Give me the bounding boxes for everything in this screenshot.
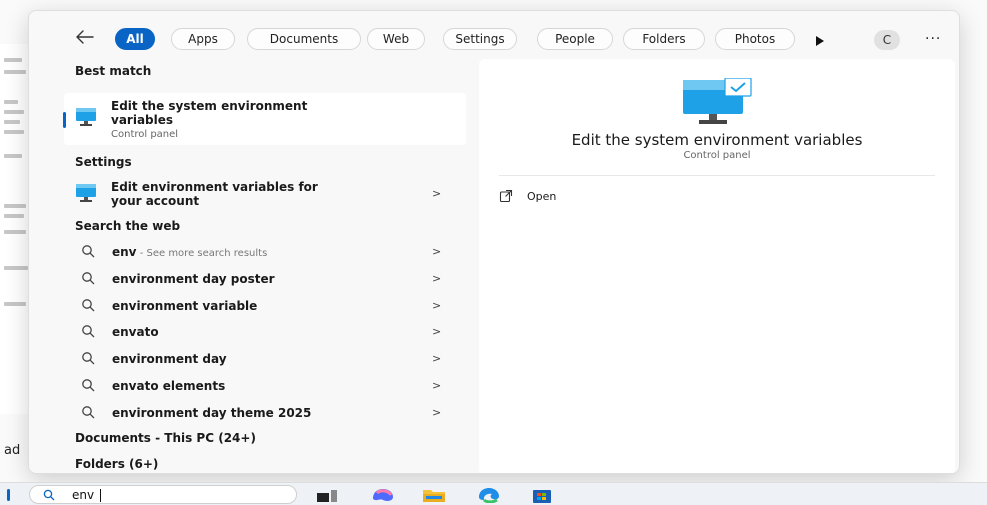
web-query: environment day xyxy=(112,352,227,366)
web-query: environment variable xyxy=(112,299,258,313)
store-icon[interactable] xyxy=(530,487,554,503)
web-result-row[interactable]: envato elements > xyxy=(59,373,469,399)
section-folders[interactable]: Folders (6+) xyxy=(75,457,158,471)
taskbar-search-box[interactable]: env xyxy=(29,485,297,504)
best-match-result[interactable]: Edit the system environment variables Co… xyxy=(63,93,466,145)
taskbar-indicator xyxy=(7,489,10,501)
task-view-icon[interactable] xyxy=(316,487,338,503)
back-arrow-icon xyxy=(76,30,94,44)
web-query: environment day theme 2025 xyxy=(112,406,312,420)
search-icon xyxy=(43,489,55,501)
web-query-hint: - See more search results xyxy=(136,248,268,259)
filter-chip-folders[interactable]: Folders xyxy=(623,28,705,50)
web-query: environment day poster xyxy=(112,272,275,286)
web-query: env xyxy=(112,245,137,259)
taskbar: env xyxy=(0,482,987,505)
search-icon xyxy=(82,325,95,338)
web-result-row[interactable]: environment day > xyxy=(59,346,469,372)
filter-chip-apps[interactable]: Apps xyxy=(171,28,235,50)
chevron-right-icon: > xyxy=(432,245,442,258)
chevron-right-icon: > xyxy=(432,272,442,285)
search-flyout: All Apps Documents Web Settings People F… xyxy=(28,10,960,474)
edge-browser-icon[interactable] xyxy=(476,487,502,503)
settings-result-title-line2: your account xyxy=(111,194,200,208)
back-button[interactable] xyxy=(73,27,97,47)
preview-subtitle: Control panel xyxy=(683,150,751,161)
monitor-settings-icon xyxy=(76,108,96,126)
chevron-right-icon: > xyxy=(432,379,442,392)
account-avatar[interactable]: C xyxy=(874,30,900,50)
section-search-the-web: Search the web xyxy=(75,219,181,233)
chevron-right-icon: > xyxy=(432,406,442,419)
more-filters-button[interactable] xyxy=(815,32,825,46)
web-result-row[interactable]: environment day theme 2025 > xyxy=(59,400,469,426)
preview-title: Edit the system environment variables xyxy=(571,131,863,149)
chevron-right-icon: > xyxy=(432,352,442,365)
web-result-row[interactable]: environment day poster > xyxy=(59,266,469,292)
section-best-match: Best match xyxy=(75,64,152,78)
search-icon xyxy=(82,245,95,258)
selection-indicator xyxy=(63,112,66,128)
filter-chip-people[interactable]: People xyxy=(537,28,613,50)
background-app-sidebar xyxy=(0,44,30,414)
filter-chip-web[interactable]: Web xyxy=(367,28,425,50)
section-documents[interactable]: Documents - This PC (24+) xyxy=(75,431,256,445)
filter-chip-all[interactable]: All xyxy=(115,28,155,50)
search-icon xyxy=(82,379,95,392)
settings-result[interactable]: Edit environment variables for your acco… xyxy=(64,175,466,211)
search-icon xyxy=(82,272,95,285)
filter-bar: All Apps Documents Web Settings People F… xyxy=(29,11,959,59)
open-action[interactable]: Open xyxy=(499,187,699,209)
background-partial-text: ad xyxy=(4,443,21,458)
open-external-icon xyxy=(499,189,513,203)
copilot-icon[interactable] xyxy=(369,487,397,503)
preview-panel: Edit the system environment variables Co… xyxy=(479,59,955,473)
search-icon xyxy=(82,352,95,365)
best-match-title-line2: variables xyxy=(111,113,174,127)
open-action-label: Open xyxy=(527,190,557,203)
chevron-right-icon: > xyxy=(432,187,442,200)
chevron-right-icon: > xyxy=(432,299,442,312)
chevron-right-icon: > xyxy=(432,325,442,338)
best-match-title-line1: Edit the system environment xyxy=(111,99,308,113)
section-settings: Settings xyxy=(75,155,132,169)
search-icon xyxy=(82,406,95,419)
preview-divider xyxy=(499,175,935,176)
monitor-settings-icon xyxy=(76,184,96,202)
filter-chip-documents[interactable]: Documents xyxy=(247,28,361,50)
web-result-row[interactable]: environment variable > xyxy=(59,293,469,319)
file-explorer-icon[interactable] xyxy=(422,487,446,503)
filter-chip-settings[interactable]: Settings xyxy=(443,28,517,50)
filter-chip-photos[interactable]: Photos xyxy=(715,28,795,50)
play-arrow-icon xyxy=(816,36,824,46)
best-match-subtitle: Control panel xyxy=(111,129,179,140)
settings-result-title-line1: Edit environment variables for xyxy=(111,180,318,194)
monitor-settings-icon xyxy=(683,78,752,124)
web-result-row[interactable]: env - See more search results > xyxy=(59,239,469,265)
taskbar-search-value: env xyxy=(72,488,95,502)
web-query: envato xyxy=(112,325,159,339)
text-caret xyxy=(100,489,101,502)
web-result-row[interactable]: envato > xyxy=(59,319,469,345)
more-options-button[interactable]: ... xyxy=(925,27,941,43)
results-list: Best match Edit the system environment v… xyxy=(59,59,469,473)
web-query: envato elements xyxy=(112,379,226,393)
search-icon xyxy=(82,299,95,312)
